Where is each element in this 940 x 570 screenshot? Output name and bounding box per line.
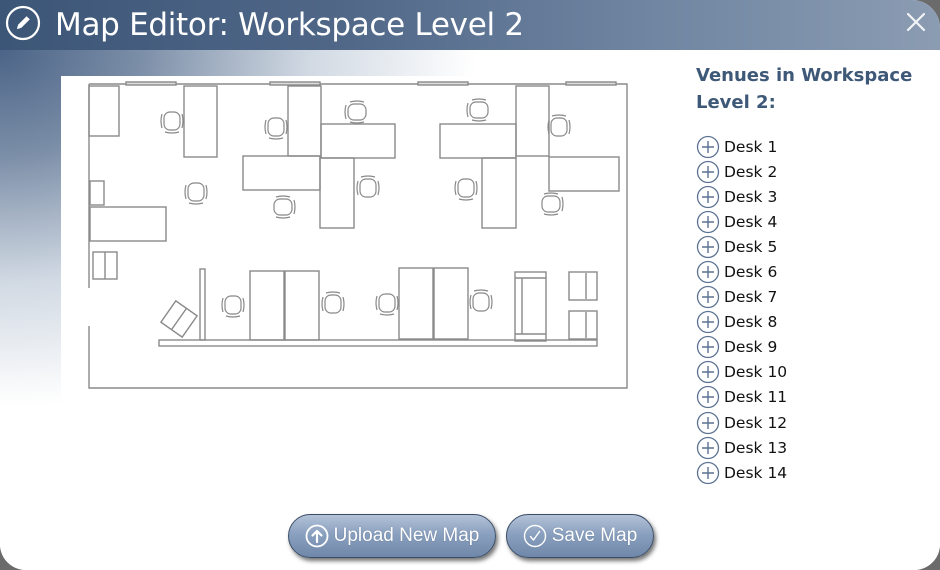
plus-circle-icon[interactable] [696,135,720,159]
desk [287,85,322,157]
venue-item[interactable]: Desk 8 [696,310,926,335]
plus-circle-icon[interactable] [696,411,720,435]
office-chair [466,98,489,122]
office-chair [344,100,367,124]
desk [398,267,434,340]
plus-circle-icon[interactable] [696,285,720,309]
office-chair [469,289,493,312]
venue-label: Desk 14 [724,463,788,482]
venues-heading: Venues in Workspace Level 2: [696,65,913,113]
plus-circle-icon[interactable] [696,260,720,284]
venue-label: Desk 3 [724,187,778,206]
venue-item[interactable]: Desk 11 [696,385,926,410]
venue-item[interactable]: Desk 10 [696,360,926,385]
desk [481,157,517,229]
office-chair [184,182,208,205]
pencil-icon [5,5,41,41]
plus-circle-icon[interactable] [696,436,720,460]
window-mark [269,81,321,86]
venue-label: Desk 7 [724,288,778,307]
venue-item[interactable]: Desk 2 [696,159,926,184]
office-chair [454,178,478,201]
venue-item[interactable]: Desk 3 [696,184,926,209]
venue-label: Desk 10 [724,363,788,382]
office-chair [356,175,380,198]
desk [249,270,285,341]
cabinet [88,85,120,137]
office-chair [160,111,184,134]
venue-label: Desk 11 [724,388,788,407]
venue-item[interactable]: Desk 13 [696,435,926,460]
desk [319,157,355,229]
dialog-title: Map Editor: Workspace Level 2 [55,7,524,43]
window-mark [565,81,617,86]
partition [199,268,206,341]
venues-panel: Venues in Workspace Level 2: Desk 1 Desk … [696,62,926,485]
armchair [568,271,598,301]
map-editor-dialog: Map Editor: Workspace Level 2 Venues in … [0,0,940,570]
arrow-up-circle-icon [305,524,329,548]
venue-item[interactable]: Desk 12 [696,410,926,435]
office-chair [221,295,245,318]
desk [320,123,396,159]
plus-circle-icon[interactable] [696,461,720,485]
cabinet [514,271,547,342]
office-chair [547,114,571,137]
office-chair [375,293,399,316]
save-map-label: Save Map [551,525,638,546]
desk [89,206,167,242]
office-chair [541,192,564,216]
desk [433,267,469,340]
desk [242,155,321,191]
close-icon[interactable] [904,10,928,34]
cabinet [89,180,105,206]
plus-circle-icon[interactable] [696,310,720,334]
check-circle-icon [523,524,546,548]
window-mark [125,81,177,86]
venue-label: Desk 12 [724,413,788,432]
upload-new-map-label: Upload New Map [333,525,480,546]
desk [183,85,218,158]
venue-item[interactable]: Desk 4 [696,209,926,234]
venue-item[interactable]: Desk 1 [696,134,926,159]
upload-new-map-button[interactable]: Upload New Map [288,514,496,558]
plus-circle-icon[interactable] [696,335,720,359]
venue-item[interactable]: Desk 6 [696,259,926,284]
desk [284,270,320,341]
armchair [568,310,598,340]
window-mark [417,81,469,86]
plus-circle-icon[interactable] [696,235,720,259]
plus-circle-icon[interactable] [696,385,720,409]
plus-circle-icon[interactable] [696,210,720,234]
desk [548,156,620,192]
save-map-button[interactable]: Save Map [506,514,654,558]
venue-item[interactable]: Desk 5 [696,234,926,259]
venue-label: Desk 9 [724,338,778,357]
floor-plan-image [88,81,628,389]
venue-label: Desk 4 [724,212,778,231]
venue-item[interactable]: Desk 9 [696,335,926,360]
venue-list: Desk 1 Desk 2 Desk 3 Desk 4 Desk 5 Desk 6 Desk… [696,134,926,485]
plus-circle-icon[interactable] [696,185,720,209]
office-chair [321,291,345,314]
venue-label: Desk 8 [724,313,778,332]
desk [515,85,550,157]
venue-label: Desk 6 [724,263,778,282]
venue-item[interactable]: Desk 7 [696,285,926,310]
venue-item[interactable]: Desk 14 [696,460,926,485]
title-bar: Map Editor: Workspace Level 2 [0,0,940,50]
plus-circle-icon[interactable] [696,160,720,184]
floor-plan-map[interactable] [61,76,661,402]
venue-label: Desk 13 [724,438,788,457]
office-chair [264,117,288,140]
desk [439,123,517,159]
venue-label: Desk 1 [724,137,778,156]
office-chair [273,195,296,219]
plus-circle-icon[interactable] [696,360,720,384]
venue-label: Desk 5 [724,237,778,256]
venue-label: Desk 2 [724,162,778,181]
